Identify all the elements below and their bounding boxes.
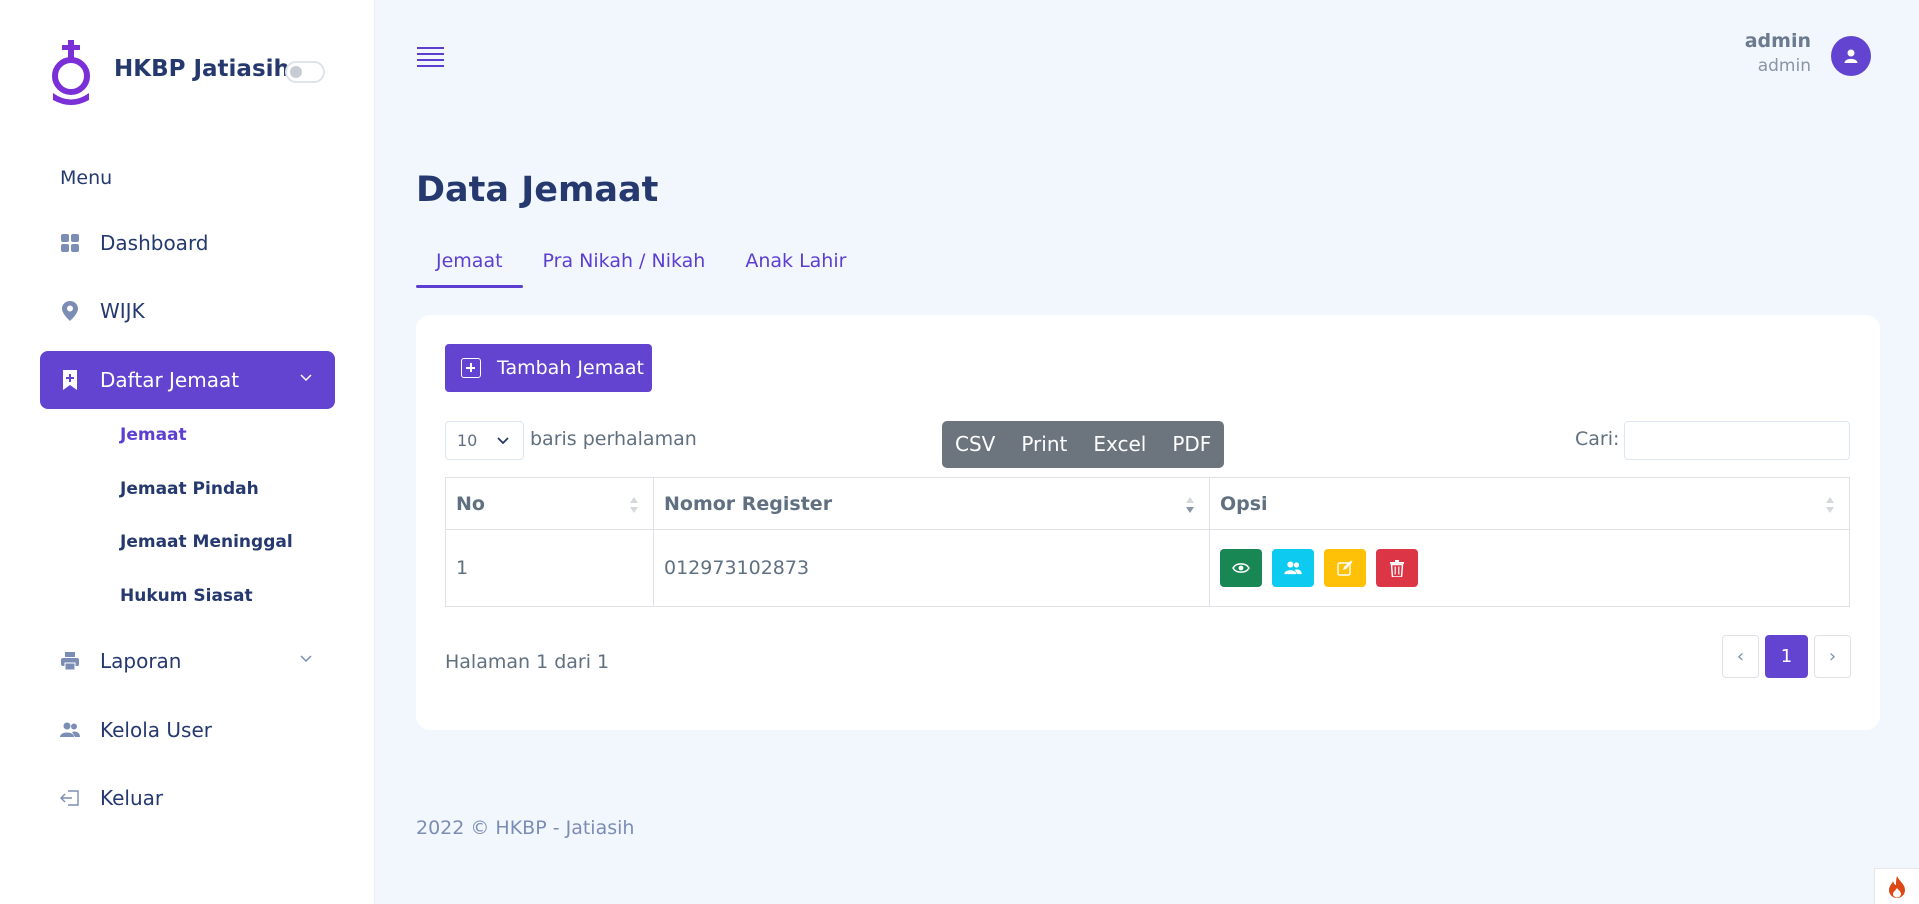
sort-icon: [1826, 497, 1834, 513]
sidebar-item-kelola-user[interactable]: Kelola User: [40, 701, 335, 759]
footer-text: 2022 © HKBP - Jatiasih: [416, 817, 635, 839]
search-input[interactable]: [1624, 421, 1850, 460]
menu-title: Menu: [60, 167, 113, 189]
sidebar-subitem-jemaat-pindah[interactable]: Jemaat Pindah: [120, 479, 259, 499]
user-menu[interactable]: admin admin: [1745, 30, 1811, 76]
cell-nomor-register: 012973102873: [653, 529, 1210, 607]
export-button-group: CSV Print Excel PDF: [942, 421, 1225, 468]
sidebar-item-laporan[interactable]: Laporan: [40, 632, 335, 690]
tab-anak-lahir[interactable]: Anak Lahir: [725, 248, 866, 288]
grid-icon: [60, 233, 80, 253]
sidebar-item-label: Daftar Jemaat: [100, 368, 240, 392]
edit-button[interactable]: [1324, 549, 1366, 587]
page-length-label: baris perhalaman: [530, 428, 697, 450]
sidebar-subitem-jemaat[interactable]: Jemaat: [120, 425, 187, 445]
sidebar-item-label: Dashboard: [100, 231, 209, 255]
column-label: No: [456, 492, 485, 515]
brand-name: HKBP Jatiasih: [114, 56, 290, 82]
church-logo-icon: [48, 38, 94, 106]
bookmark-plus-icon: [60, 370, 80, 390]
pagination: ‹ 1 ›: [1722, 635, 1851, 678]
sidebar-item-label: WIJK: [100, 299, 145, 323]
sidebar-item-label: Keluar: [100, 786, 164, 810]
pagination-prev-button[interactable]: ‹: [1722, 635, 1759, 678]
trash-icon: [1390, 559, 1404, 577]
table-row: 1 012973102873: [445, 529, 1850, 607]
sidebar-item-keluar[interactable]: Keluar: [40, 769, 335, 827]
column-label: Opsi: [1220, 492, 1268, 515]
theme-toggle[interactable]: [285, 61, 325, 83]
map-pin-icon: [60, 301, 80, 321]
sidebar-item-label: Laporan: [100, 649, 182, 673]
sidebar-subitem-jemaat-meninggal[interactable]: Jemaat Meninggal: [120, 532, 293, 552]
flame-icon: [1889, 875, 1905, 898]
sidebar: HKBP Jatiasih Menu Dashboard WIJK Daftar…: [0, 0, 375, 904]
column-header-opsi[interactable]: Opsi: [1209, 477, 1850, 530]
print-button[interactable]: Print: [1008, 421, 1080, 468]
people-icon: [60, 720, 80, 740]
page-length-select[interactable]: 10: [445, 421, 524, 460]
page-info: Halaman 1 dari 1: [445, 651, 610, 673]
sidebar-item-wijk[interactable]: WIJK: [40, 282, 335, 340]
page-length-value: 10: [457, 431, 478, 450]
family-button[interactable]: [1272, 549, 1314, 587]
avatar[interactable]: [1831, 36, 1871, 76]
excel-button[interactable]: Excel: [1080, 421, 1159, 468]
chevron-down-icon: [300, 655, 312, 663]
cell-no: 1: [445, 529, 654, 607]
column-header-no[interactable]: No: [445, 477, 654, 530]
tab-jemaat[interactable]: Jemaat: [416, 248, 523, 288]
printer-icon: [60, 651, 80, 671]
cell-opsi: [1209, 529, 1850, 607]
pagination-next-button[interactable]: ›: [1814, 635, 1851, 678]
pagination-page-button[interactable]: 1: [1765, 635, 1808, 678]
eye-icon: [1232, 563, 1250, 573]
sidebar-item-daftar-jemaat[interactable]: Daftar Jemaat: [40, 351, 335, 409]
tab-pra-nikah-nikah[interactable]: Pra Nikah / Nikah: [523, 248, 726, 288]
user-icon: [1844, 49, 1858, 63]
tabs: Jemaat Pra Nikah / Nikah Anak Lahir: [416, 248, 866, 288]
view-button[interactable]: [1220, 549, 1262, 587]
add-jemaat-label: Tambah Jemaat: [497, 357, 644, 379]
logout-icon: [60, 788, 80, 808]
sidebar-item-label: Kelola User: [100, 718, 212, 742]
delete-button[interactable]: [1376, 549, 1418, 587]
sort-desc-icon: [1186, 497, 1194, 513]
chevron-down-icon: [300, 374, 312, 382]
edit-icon: [1337, 560, 1353, 576]
page-title: Data Jemaat: [416, 170, 659, 210]
hamburger-menu-icon[interactable]: [417, 47, 444, 69]
brand[interactable]: HKBP Jatiasih: [48, 38, 290, 106]
add-jemaat-button[interactable]: Tambah Jemaat: [445, 344, 652, 392]
user-role: admin: [1757, 56, 1811, 76]
csv-button[interactable]: CSV: [942, 421, 1008, 468]
column-label: Nomor Register: [664, 492, 833, 515]
jemaat-table: No Nomor Register Opsi 1 012973102873: [445, 477, 1850, 607]
search-label: Cari:: [1575, 428, 1620, 450]
data-card: Tambah Jemaat 10 baris perhalaman CSV Pr…: [416, 315, 1880, 730]
sidebar-item-dashboard[interactable]: Dashboard: [40, 214, 335, 272]
sidebar-subitem-hukum-siasat[interactable]: Hukum Siasat: [120, 586, 253, 606]
people-icon: [1284, 561, 1302, 575]
sort-icon: [630, 497, 638, 513]
plus-square-icon: [461, 358, 481, 378]
debug-toolbar-button[interactable]: [1874, 868, 1919, 904]
column-header-nomor-register[interactable]: Nomor Register: [653, 477, 1210, 530]
chevron-down-icon: [497, 437, 509, 445]
pdf-button[interactable]: PDF: [1159, 421, 1224, 468]
user-name: admin: [1744, 30, 1811, 52]
